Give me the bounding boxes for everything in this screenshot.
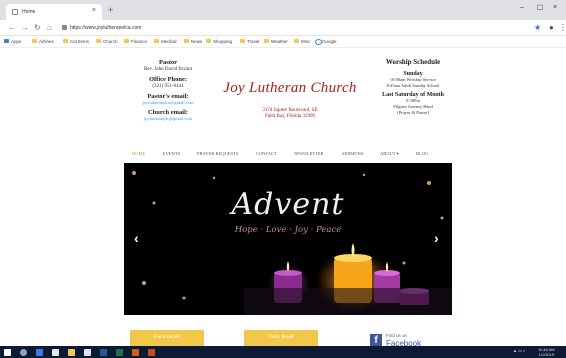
browser-toolbar: ← → ↻ ⌂ https://www.joylutheranelca.com … (0, 20, 566, 36)
slider-next-icon[interactable]: › (434, 230, 439, 246)
church-address: 3174 Jupiter Boulevard, SE Palm Bay, Flo… (215, 108, 365, 120)
system-tray-icons[interactable]: ▲ ▭ ◐ (513, 348, 525, 353)
office-phone-heading: Office Phone: (148, 76, 188, 83)
pastor-email-link[interactable]: joylutheranelca@gmail.com (118, 100, 218, 106)
nav-contact[interactable]: CONTACT (256, 151, 277, 156)
app-icon[interactable] (132, 349, 139, 356)
word-icon[interactable] (100, 349, 107, 356)
browser-tab-bar: Home × + – ☐ × (0, 0, 566, 20)
minimize-icon[interactable]: – (520, 4, 524, 11)
event-details-button[interactable]: Event Details (130, 330, 204, 346)
church-email-heading: Church email: (147, 109, 189, 116)
bookmark-misc[interactable]: Misc (294, 39, 310, 44)
pastor-heading: Pastor (158, 59, 178, 66)
url-text: https://www.joylutheranelca.com (70, 25, 142, 31)
office-phone: (321) 951-0444 (152, 84, 184, 89)
menu-icon[interactable]: ⋮ (559, 23, 566, 32)
bookmark-church[interactable]: Church (96, 39, 118, 44)
last-saturday-note: [Prayer & Praise] (397, 110, 429, 115)
church-email-link[interactable]: joylutheranjlc@gmail.com (118, 116, 218, 122)
taskbar-clock[interactable]: 11:46 AM 1/1/2019 (538, 347, 555, 357)
store-icon[interactable] (84, 349, 91, 356)
edge-icon[interactable] (36, 349, 43, 356)
powerpoint-icon[interactable] (148, 349, 155, 356)
chrome-icon[interactable] (52, 349, 59, 356)
banner-title: Advent (231, 187, 345, 222)
search-icon[interactable] (20, 349, 27, 356)
bookmark-travel[interactable]: Travel (240, 39, 259, 44)
site-nav: HOME EVENTS PRAYER REQUESTS CONTACT NEWS… (132, 151, 462, 161)
pastor-email-heading: Pastor's email: (147, 93, 189, 100)
nav-events[interactable]: EVENTS (163, 151, 180, 156)
sunday-school: 8:45am Adult Sunday School (386, 83, 440, 88)
forward-icon[interactable]: → (21, 23, 29, 32)
bookmark-medical[interactable]: Medical (154, 39, 177, 44)
nav-about[interactable]: ABOUT ▾ (380, 151, 399, 157)
browser-tab[interactable]: Home × (6, 4, 102, 20)
page-icon (12, 9, 18, 15)
address-line2: Palm Bay, Florida 32909 (265, 114, 315, 119)
nav-sermons[interactable]: SERMONS (342, 151, 363, 156)
bookmark-news[interactable]: News (184, 39, 202, 44)
facebook-find-us: Find us on (386, 333, 408, 338)
bookmarks-bar: Apps Airlines Cal Items Church Finance M… (0, 36, 566, 48)
bookmark-airlines[interactable]: Airlines (32, 39, 54, 44)
reload-icon[interactable]: ↻ (34, 23, 41, 32)
bookmark-weather[interactable]: Weather (264, 39, 288, 44)
bookmark-google[interactable]: Google (315, 39, 337, 45)
file-explorer-icon[interactable] (68, 349, 75, 356)
bookmark-star-icon[interactable]: ★ (534, 23, 541, 32)
taskbar: ▲ ▭ ◐ 11:46 AM 1/1/2019 (0, 346, 566, 358)
facebook-icon: f (370, 334, 382, 346)
church-website: Pastor Rev. John David Bryant Office Pho… (118, 48, 458, 348)
address-bar[interactable]: https://www.joylutheranelca.com (62, 23, 522, 33)
church-name: Joy Lutheran Church (223, 80, 357, 96)
new-tab-button[interactable]: + (108, 5, 113, 15)
home-icon[interactable]: ⌂ (47, 23, 52, 32)
contact-info: Pastor Rev. John David Bryant Office Pho… (118, 56, 218, 122)
nav-prayer-requests[interactable]: PRAYER REQUESTS (197, 151, 238, 156)
back-icon[interactable]: ← (8, 23, 16, 32)
pastor-name: Rev. John David Bryant (143, 67, 192, 72)
candles-image (132, 171, 452, 315)
nav-newsletter[interactable]: NEWSLETTER (294, 151, 324, 156)
bookmark-cal-items[interactable]: Cal Items (63, 39, 89, 44)
advent-banner: Advent Hope · Love · Joy · Peace ‹ › (124, 163, 452, 315)
nav-home[interactable]: HOME (132, 151, 145, 156)
slider-prev-icon[interactable]: ‹ (134, 230, 139, 246)
lock-icon (62, 25, 67, 30)
bookmark-apps[interactable]: Apps (4, 39, 21, 44)
worship-schedule: Worship Schedule Sunday 10:00am Worship … (368, 58, 458, 116)
close-tab-icon[interactable]: × (92, 7, 96, 14)
bookmark-finance[interactable]: Finance (124, 39, 147, 44)
clock-date: 1/1/2019 (538, 351, 555, 357)
bookmark-shopping[interactable]: Shopping (206, 39, 232, 44)
profile-icon[interactable]: ● (549, 23, 554, 32)
nav-blog[interactable]: BLOG (416, 151, 428, 156)
tab-title: Home (22, 9, 36, 15)
excel-icon[interactable] (116, 349, 123, 356)
close-window-icon[interactable]: × (553, 4, 557, 11)
maximize-icon[interactable]: ☐ (537, 4, 543, 12)
banner-subtitle: Hope · Love · Joy · Peace (234, 225, 342, 235)
schedule-heading: Worship Schedule (385, 58, 441, 66)
start-icon[interactable] (4, 349, 11, 356)
daily-bread-button[interactable]: Daily Bread (244, 330, 318, 346)
